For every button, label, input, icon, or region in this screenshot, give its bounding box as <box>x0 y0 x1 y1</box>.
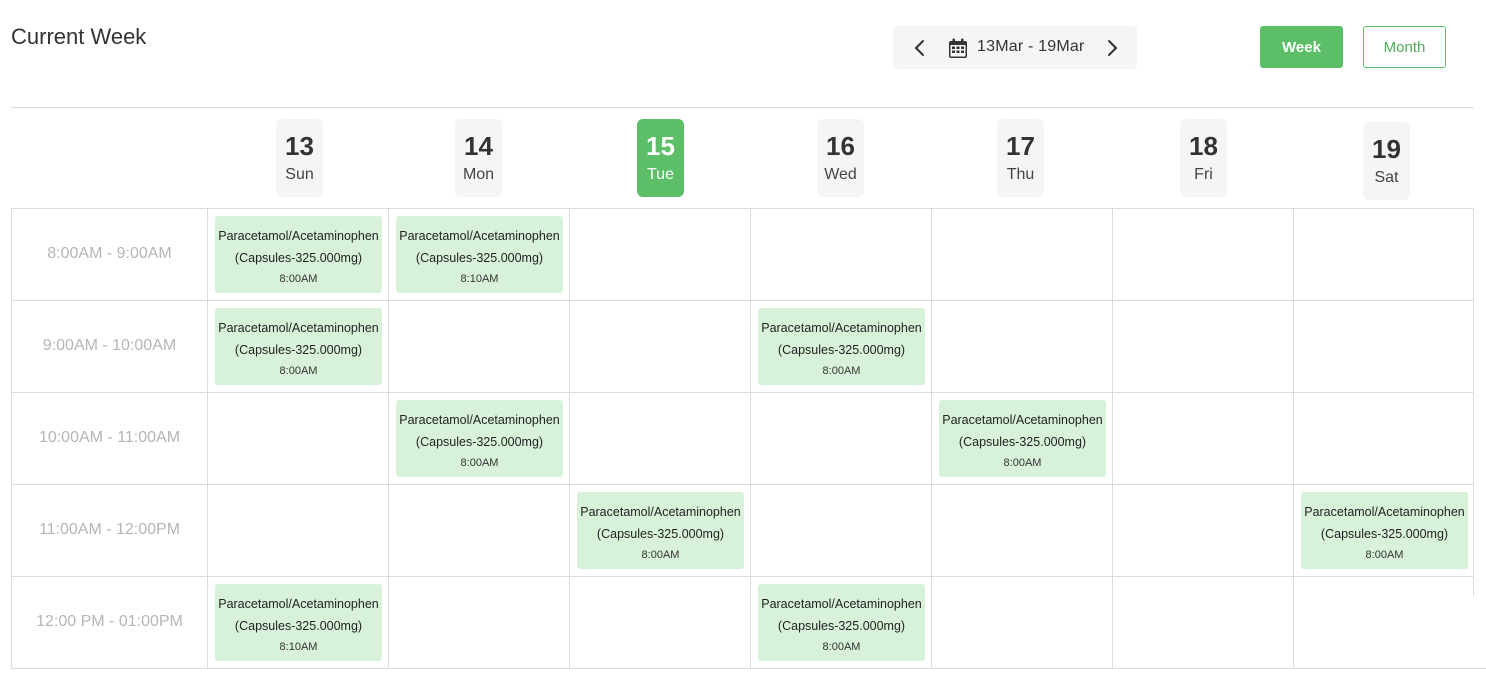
grid-column-line <box>1293 208 1294 668</box>
event-medication-name: Paracetamol/Acetaminophen <box>218 321 379 335</box>
grid-row-line <box>11 484 1474 485</box>
time-slot-label: 12:00 PM - 01:00PM <box>36 613 183 630</box>
event-time: 8:00AM <box>460 457 499 469</box>
event-dosage: (Capsules-325.000mg) <box>234 343 363 357</box>
day-number: 14 <box>464 131 493 161</box>
grid-column-line <box>1473 208 1474 596</box>
event-medication-name: Paracetamol/Acetaminophen <box>761 321 922 335</box>
event-time: 8:00AM <box>822 365 861 377</box>
day-number: 15 <box>646 131 675 161</box>
event-time: 8:10AM <box>460 273 499 285</box>
medication-event[interactable]: Paracetamol/Acetaminophen (Capsules-325.0… <box>215 308 382 385</box>
day-number: 17 <box>1006 131 1035 161</box>
event-dosage: (Capsules-325.000mg) <box>415 251 544 265</box>
medication-event[interactable]: Paracetamol/Acetaminophen (Capsules-325.0… <box>215 216 382 293</box>
day-header-tue[interactable]: 15 Tue <box>637 119 684 197</box>
date-range-label: 13Mar - 19Mar <box>977 38 1085 55</box>
chevron-left-icon[interactable] <box>902 26 938 69</box>
grid-column-line <box>931 208 932 668</box>
grid-column-line <box>569 208 570 668</box>
event-time: 8:10AM <box>279 641 318 653</box>
day-number: 16 <box>826 131 855 161</box>
event-time: 8:00AM <box>822 641 861 653</box>
header-divider <box>11 107 1474 108</box>
day-header-thu[interactable]: 17 Thu <box>997 119 1044 197</box>
event-dosage: (Capsules-325.000mg) <box>415 435 544 449</box>
event-time: 8:00AM <box>279 365 318 377</box>
grid-row-line <box>11 576 1474 577</box>
day-name: Thu <box>1006 166 1035 183</box>
page-title: Current Week <box>11 24 147 49</box>
day-number: 18 <box>1189 131 1218 161</box>
chevron-right-icon[interactable] <box>1094 26 1130 69</box>
event-dosage: (Capsules-325.000mg) <box>958 435 1087 449</box>
day-header-mon[interactable]: 14 Mon <box>455 119 502 197</box>
grid-column-line <box>388 208 389 668</box>
event-medication-name: Paracetamol/Acetaminophen <box>218 229 379 243</box>
event-dosage: (Capsules-325.000mg) <box>596 527 725 541</box>
day-header-sat[interactable]: 19 Sat <box>1363 122 1410 200</box>
medication-event[interactable]: Paracetamol/Acetaminophen (Capsules-325.0… <box>939 400 1106 477</box>
medication-event[interactable]: Paracetamol/Acetaminophen (Capsules-325.0… <box>396 400 563 477</box>
day-name: Wed <box>824 166 857 183</box>
grid-column-line <box>750 208 751 668</box>
grid-row-line <box>11 668 1486 669</box>
day-name: Mon <box>462 166 495 183</box>
medication-event[interactable]: Paracetamol/Acetaminophen (Capsules-325.0… <box>1301 492 1468 569</box>
grid-column-line <box>207 208 208 668</box>
event-medication-name: Paracetamol/Acetaminophen <box>399 413 560 427</box>
calendar-icon <box>949 38 967 58</box>
event-time: 8:00AM <box>1003 457 1042 469</box>
grid-row-line <box>11 300 1474 301</box>
calendar-page: Current Week 13Mar - 19Mar Week Month 13… <box>0 0 1486 683</box>
event-medication-name: Paracetamol/Acetaminophen <box>580 505 741 519</box>
day-name: Sun <box>285 166 314 183</box>
event-dosage: (Capsules-325.000mg) <box>777 619 906 633</box>
date-range-navigator: 13Mar - 19Mar <box>893 26 1137 69</box>
medication-event[interactable]: Paracetamol/Acetaminophen (Capsules-325.0… <box>758 308 925 385</box>
grid-column-line <box>1112 208 1113 668</box>
grid-row-line <box>11 208 1474 209</box>
day-name: Tue <box>647 166 674 183</box>
event-time: 8:00AM <box>1365 549 1404 561</box>
day-number: 19 <box>1372 134 1401 164</box>
grid-row-line <box>11 392 1474 393</box>
time-slot-label: 11:00AM - 12:00PM <box>38 521 181 538</box>
medication-event[interactable]: Paracetamol/Acetaminophen (Capsules-325.0… <box>577 492 744 569</box>
month-view-button[interactable]: Month <box>1363 26 1446 68</box>
medication-event[interactable]: Paracetamol/Acetaminophen (Capsules-325.0… <box>396 216 563 293</box>
event-time: 8:00AM <box>279 273 318 285</box>
week-view-button[interactable]: Week <box>1260 26 1343 68</box>
day-name: Fri <box>1194 166 1213 183</box>
day-name: Sat <box>1374 169 1399 186</box>
event-dosage: (Capsules-325.000mg) <box>777 343 906 357</box>
event-dosage: (Capsules-325.000mg) <box>234 619 363 633</box>
event-medication-name: Paracetamol/Acetaminophen <box>218 597 379 611</box>
time-slot-label: 8:00AM - 9:00AM <box>47 245 172 262</box>
event-dosage: (Capsules-325.000mg) <box>1320 527 1449 541</box>
medication-event[interactable]: Paracetamol/Acetaminophen (Capsules-325.0… <box>215 584 382 661</box>
day-header-wed[interactable]: 16 Wed <box>817 119 864 197</box>
day-header-sun[interactable]: 13 Sun <box>276 119 323 197</box>
medication-event[interactable]: Paracetamol/Acetaminophen (Capsules-325.0… <box>758 584 925 661</box>
event-medication-name: Paracetamol/Acetaminophen <box>761 597 922 611</box>
event-dosage: (Capsules-325.000mg) <box>234 251 363 265</box>
time-slot-label: 9:00AM - 10:00AM <box>42 337 177 354</box>
time-slot-label: 10:00AM - 11:00AM <box>38 429 181 446</box>
event-medication-name: Paracetamol/Acetaminophen <box>399 229 560 243</box>
event-time: 8:00AM <box>641 549 680 561</box>
event-medication-name: Paracetamol/Acetaminophen <box>942 413 1103 427</box>
day-header-fri[interactable]: 18 Fri <box>1180 119 1227 197</box>
event-medication-name: Paracetamol/Acetaminophen <box>1304 505 1465 519</box>
day-number: 13 <box>285 131 314 161</box>
